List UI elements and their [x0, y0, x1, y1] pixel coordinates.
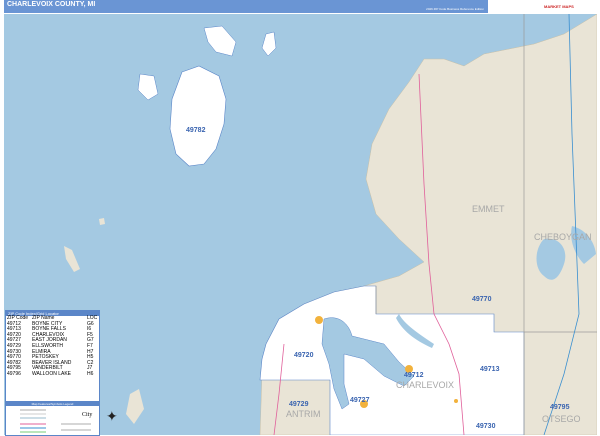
county-label-charlevoix: CHARLEVOIX: [396, 380, 454, 390]
zip-label: 49720: [294, 352, 314, 359]
county-label-antrim: ANTRIM: [286, 409, 321, 419]
zip-label: 49770: [472, 296, 492, 303]
header-bar: CHARLEVOIX COUNTY, MI 2026 ZIP Code Busi…: [4, 0, 488, 13]
zip-label: 49712: [404, 372, 424, 379]
map-title: CHARLEVOIX COUNTY, MI: [7, 1, 96, 8]
publisher-logo: MARKET MAPS: [544, 4, 574, 9]
index-cell: H6: [87, 370, 94, 377]
zip-label: 49727: [350, 397, 370, 404]
zip-label: 49729: [289, 401, 309, 408]
zip-label: 49730: [476, 423, 496, 430]
compass-rose-icon: ✦: [106, 408, 118, 424]
legend-city-label: City: [82, 412, 92, 418]
zip-label: 49713: [480, 366, 500, 373]
county-label-emmet: EMMET: [472, 204, 505, 214]
index-cell: WALLOON LAKE: [32, 370, 71, 377]
index-row: 49796 WALLOON LAKE H6: [6, 370, 99, 378]
map-legend: Map Features/Symbols Legend City: [5, 401, 100, 436]
index-cell: 49796: [7, 370, 21, 377]
county-label-cheboygan: CHEBOYGAN: [534, 232, 592, 242]
zip-index-table: ZIP Code Index/Grid Locator ZIP Code ZIP …: [5, 310, 100, 402]
zip-label: 49782: [186, 127, 206, 134]
edition-subtitle: 2026 ZIP Code Business Reference Edition: [426, 7, 484, 11]
zip-label: 49795: [550, 404, 570, 411]
legend-symbols: City: [20, 409, 92, 433]
county-label-otsego: OTSEGO: [542, 414, 581, 424]
small-island: [99, 218, 105, 225]
